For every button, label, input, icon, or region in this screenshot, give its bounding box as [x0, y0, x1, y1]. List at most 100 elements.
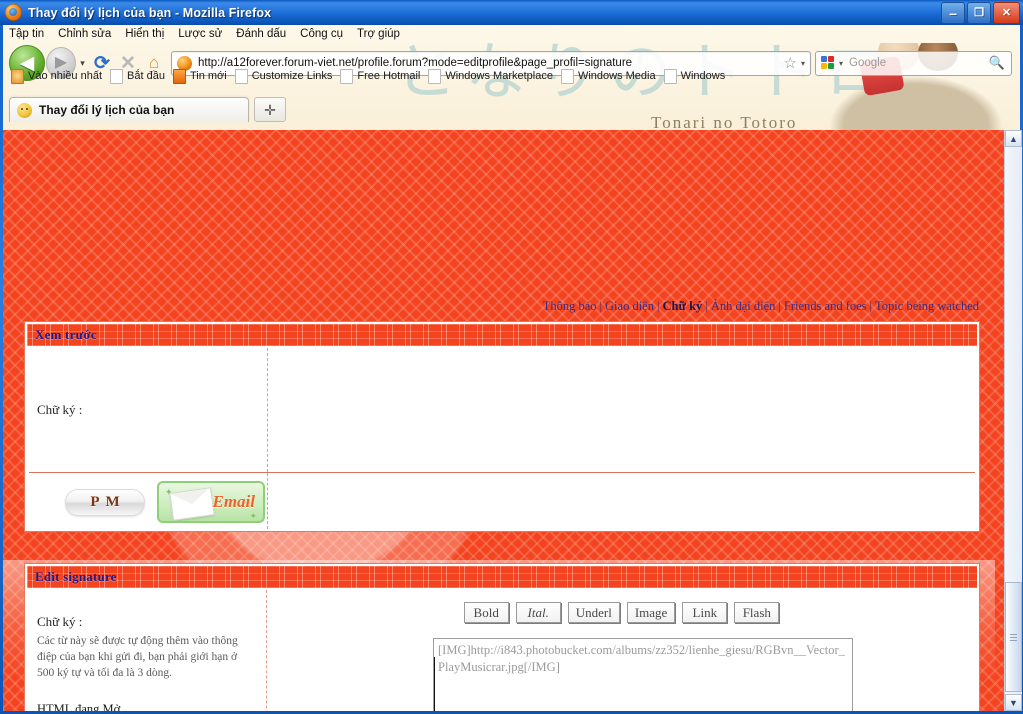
menu-item-help[interactable]: Trợ giúp [357, 28, 400, 40]
tab-favicon-icon [17, 102, 32, 118]
page-icon [428, 68, 442, 84]
bookmark-label: Free Hotmail [357, 70, 421, 82]
page-icon [110, 68, 124, 84]
menu-item-tools[interactable]: Công cụ [300, 28, 343, 40]
menu-bar: Tập tin Chỉnh sửa Hiển thị Lược sử Đánh … [3, 25, 1020, 43]
window-controls: – ❐ ✕ [941, 2, 1020, 24]
nav-link-interface[interactable]: Giao diện [605, 299, 654, 313]
menu-item-history[interactable]: Lược sử [178, 28, 222, 40]
bbcode-underline-button[interactable]: Underl [567, 602, 620, 623]
chevron-up-icon: ▲ [1009, 133, 1018, 144]
tab-active[interactable]: Thay đổi lý lịch của bạn [9, 97, 249, 122]
menu-item-view[interactable]: Hiển thị [125, 28, 164, 40]
nav-link-avatar[interactable]: Ảnh đại diện [711, 299, 776, 313]
vertical-scrollbar[interactable]: ▲ ▼ [1004, 130, 1022, 711]
bookmark-item[interactable]: Windows Marketplace [426, 68, 557, 85]
nav-separator: | [705, 299, 708, 313]
email-button-label: Email [212, 492, 255, 511]
bookmark-item[interactable]: Vào nhiều nhất [9, 68, 106, 85]
chevron-down-icon: ▼ [1009, 697, 1018, 708]
sparkle-icon: ✦ [165, 487, 173, 497]
bookmark-item[interactable]: Tin mới [171, 68, 231, 85]
browser-window: Thay đổi lý lịch của bạn - Mozilla Firef… [0, 0, 1023, 714]
bbcode-toolbar: Bold Ital. Underl Image Link Flash [268, 590, 975, 623]
envelope-icon [169, 487, 215, 521]
bookmark-label: Windows [680, 70, 726, 82]
pm-letter-m: M [105, 494, 120, 510]
star-icon [11, 68, 24, 84]
nav-separator: | [778, 299, 781, 313]
tab-title: Thay đổi lý lịch của bạn [39, 103, 175, 117]
edit-signature-hint: Các từ này sẽ được tự động thêm vào thôn… [37, 635, 238, 679]
rss-icon [172, 68, 186, 84]
close-button[interactable]: ✕ [993, 2, 1020, 24]
bookmark-item[interactable]: Windows Media [559, 68, 660, 85]
signature-textarea[interactable] [433, 638, 853, 711]
preview-panel: Xem trước Chữ ký : P M ✦ ✦ Email [25, 322, 979, 531]
email-button[interactable]: ✦ ✦ Email [157, 481, 265, 523]
bbcode-link-button[interactable]: Link [682, 602, 728, 623]
nav-link-topic-being-watched[interactable]: Topic being watched [875, 299, 979, 313]
menu-item-file[interactable]: Tập tin [9, 28, 44, 40]
pm-letter-p: P [90, 494, 100, 510]
nav-link-signature-current[interactable]: Chữ ký [662, 299, 702, 313]
nav-separator: | [599, 299, 603, 313]
bbcode-flash-button[interactable]: Flash [734, 602, 780, 623]
plus-icon: ✛ [264, 101, 276, 118]
scrollbar-grip-icon [1010, 633, 1017, 641]
bookmark-item[interactable]: Bắt đầu [108, 68, 169, 85]
signature-textarea-wrapper [433, 638, 853, 711]
bbcode-italic-button[interactable]: Ital. [515, 602, 561, 623]
new-tab-button[interactable]: ✛ [254, 97, 286, 122]
restore-button[interactable]: ❐ [967, 2, 991, 24]
scrollbar-thumb[interactable] [1005, 582, 1022, 692]
edit-panel-body: Chữ ký : Các từ này sẽ được tự động thêm… [27, 588, 977, 711]
edit-signature-panel: Edit signature Chữ ký : Các từ này sẽ đư… [25, 564, 979, 711]
scroll-up-button[interactable]: ▲ [1005, 130, 1022, 147]
bookmark-label: Windows Marketplace [445, 70, 553, 82]
scroll-down-button[interactable]: ▼ [1005, 694, 1022, 711]
preview-panel-body: Chữ ký : P M ✦ ✦ Email [27, 346, 977, 529]
minimize-icon: – [949, 5, 957, 21]
preview-cell-divider [267, 473, 268, 529]
bookmark-label: Bắt đầu [127, 70, 165, 82]
sparkle-icon: ✦ [249, 511, 257, 521]
bookmark-item[interactable]: Customize Links [233, 68, 337, 85]
preview-signature-content-cell [268, 348, 975, 472]
bookmark-label: Customize Links [251, 70, 333, 82]
minimize-button[interactable]: – [941, 2, 965, 24]
bookmark-label: Windows Media [577, 70, 656, 82]
pm-button[interactable]: P M [65, 489, 145, 516]
bookmark-item[interactable]: Free Hotmail [338, 68, 424, 85]
restore-icon: ❐ [974, 7, 984, 19]
page-icon [234, 68, 248, 84]
nav-separator: | [869, 299, 873, 313]
bookmark-label: Tin mới [189, 70, 227, 82]
nav-link-notifications[interactable]: Thông báo [543, 299, 597, 313]
bookmark-item[interactable]: Windows [662, 68, 730, 85]
menu-item-edit[interactable]: Chỉnh sửa [58, 28, 111, 40]
window-title: Thay đổi lý lịch của bạn - Mozilla Firef… [28, 5, 272, 20]
edit-signature-label: Chữ ký : [37, 614, 83, 629]
nav-link-friends-and-foes[interactable]: Friends and foes [784, 299, 867, 313]
page-icon [560, 68, 574, 84]
bbcode-image-button[interactable]: Image [626, 602, 676, 623]
text-cursor [434, 657, 435, 711]
format-flags: HTML đang Mở BBCode đang Mở Hình vui đan… [37, 701, 256, 711]
profile-nav-links: Thông báo | Giao diện | Chữ ký | Ảnh đại diện |… [543, 299, 979, 314]
preview-buttons-row: P M ✦ ✦ Email [29, 473, 975, 529]
forum-page: Thông báo | Giao diện | Chữ ký | Ảnh đại diện |… [3, 130, 995, 711]
tab-strip: Thay đổi lý lịch của bạn ✛ [3, 87, 1020, 130]
page-icon [340, 68, 354, 84]
page-icon [663, 68, 677, 84]
flag-html: HTML đang Mở [37, 702, 121, 711]
preview-signature-label: Chữ ký : [37, 402, 83, 417]
preview-panel-title: Xem trước [27, 324, 977, 346]
page-viewport: Thông báo | Giao diện | Chữ ký | Ảnh đại diện |… [3, 130, 1020, 711]
window-frame: Thay đổi lý lịch của bạn - Mozilla Firef… [0, 0, 1023, 714]
edit-panel-title: Edit signature [27, 566, 977, 588]
menu-item-bookmarks[interactable]: Đánh dấu [236, 28, 286, 40]
edit-info-column: Chữ ký : Các từ này sẽ được tự động thêm… [29, 590, 267, 711]
bbcode-bold-button[interactable]: Bold [463, 602, 509, 623]
nav-separator: | [656, 299, 660, 313]
